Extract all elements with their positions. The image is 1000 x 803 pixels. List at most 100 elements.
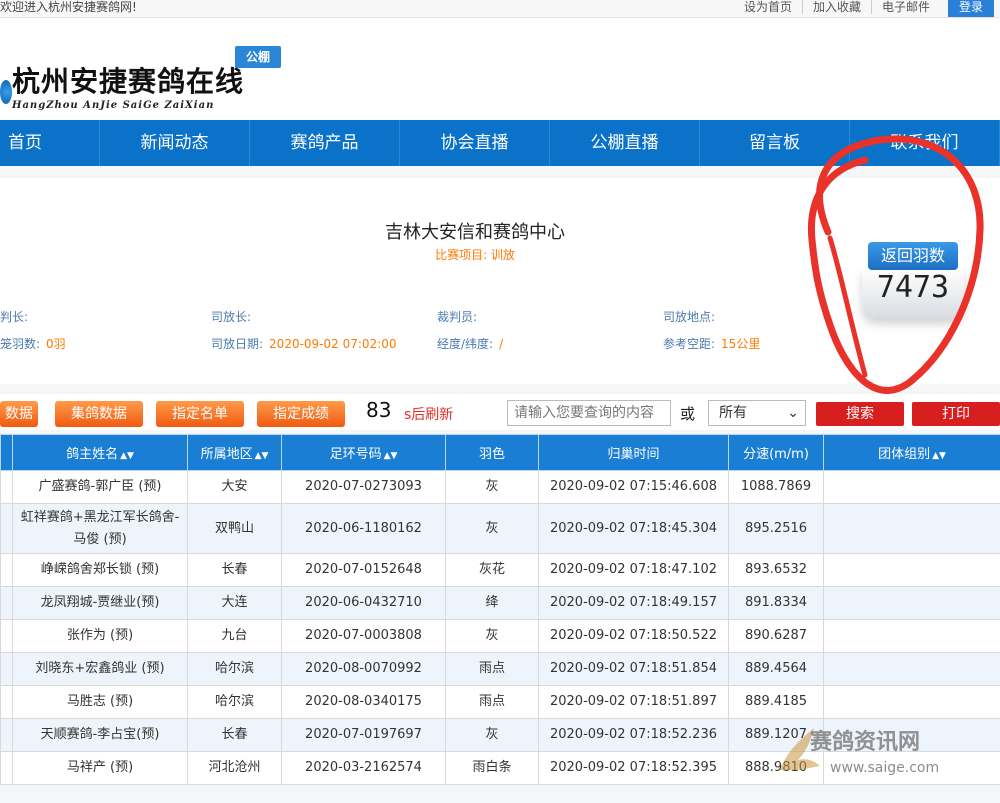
cell-area: 长春 <box>187 553 282 587</box>
set-homepage-link[interactable]: 设为首页 <box>734 0 802 14</box>
nav-item-news[interactable]: 新闻动态 <box>100 120 250 166</box>
cell-area: 九台 <box>187 619 282 653</box>
cell-color: 灰 <box>445 470 539 504</box>
cell-ring: 2020-07-0197697 <box>281 718 446 752</box>
release-place-field: 司放地点: <box>663 308 721 325</box>
sort-icon[interactable]: ▲▼ <box>384 451 398 461</box>
gather-data-button[interactable]: 集鸽数据 <box>55 401 143 427</box>
cell-group <box>823 751 1000 785</box>
nav-item-home[interactable]: 首页 <box>0 120 100 166</box>
row-lead-cell <box>0 553 13 587</box>
cell-speed: 895.2516 <box>728 503 824 554</box>
cell-area: 大连 <box>187 586 282 620</box>
column-header-area[interactable]: 所属地区 ▲▼ <box>187 434 282 471</box>
top-links: 设为首页 加入收藏 电子邮件 <box>734 0 940 14</box>
race-title: 吉林大安信和赛鸽中心 <box>385 222 565 243</box>
cell-area: 河北沧州 <box>187 751 282 785</box>
table-row[interactable]: 刘晓东+宏鑫鸽业 (预) 哈尔滨 2020-08-0070992 雨点 2020-09-… <box>0 652 1000 686</box>
nav-item-message-board[interactable]: 留言板 <box>700 120 850 166</box>
email-link[interactable]: 电子邮件 <box>870 0 940 14</box>
row-lead-cell <box>0 470 13 504</box>
row-lead-cell <box>0 751 13 785</box>
refresh-label: s后刷新 <box>404 407 454 423</box>
column-header-time[interactable]: 归巢时间 <box>538 434 729 471</box>
cell-group <box>823 619 1000 653</box>
release-place-label: 司放地点: <box>663 310 716 324</box>
coords-field: 经度/纬度: / <box>437 335 503 352</box>
cell-area: 大安 <box>187 470 282 504</box>
column-header-rank[interactable] <box>0 434 13 471</box>
return-count-widget: 返回羽数 7473 <box>858 240 968 332</box>
cell-color: 雨白条 <box>445 751 539 785</box>
cell-speed: 888.9810 <box>728 751 824 785</box>
site-header: 杭州安捷赛鸽在线 HangZhou AnJie SaiGe ZaiXian 公棚 <box>0 18 1000 120</box>
coords-value: / <box>499 337 504 351</box>
data-button[interactable]: 数据 <box>0 401 38 427</box>
table-row[interactable]: 马胜志 (预) 哈尔滨 2020-08-0340175 雨点 2020-09-02 07… <box>0 685 1000 719</box>
cell-speed: 889.4564 <box>728 652 824 686</box>
column-header-label: 足环号码 <box>329 447 382 462</box>
cell-owner: 马胜志 (预) <box>12 685 188 719</box>
specified-list-button[interactable]: 指定名单 <box>156 401 244 427</box>
distance-field: 参考空距: 15公里 <box>663 335 760 352</box>
nav-item-contact[interactable]: 联系我们 <box>850 120 1000 166</box>
cell-speed: 893.6532 <box>728 553 824 587</box>
column-header-label: 团体组别 <box>878 447 931 462</box>
nav-item-association-live[interactable]: 协会直播 <box>400 120 550 166</box>
chevron-down-icon: ⌄ <box>787 405 799 421</box>
table-row[interactable]: 虹祥赛鸽+黑龙江军长鸽舍-马俊 (预) 双鸭山 2020-06-1180162 灰 20… <box>0 503 1000 554</box>
sort-icon[interactable]: ▲▼ <box>932 451 946 461</box>
table-row[interactable]: 张作为 (预) 九台 2020-07-0003808 灰 2020-09-02 07:1… <box>0 619 1000 653</box>
cell-color: 雨点 <box>445 685 539 719</box>
nav-item-loft-live[interactable]: 公棚直播 <box>550 120 700 166</box>
search-input[interactable] <box>507 400 671 426</box>
specified-results-button[interactable]: 指定成绩 <box>257 401 345 427</box>
table-row[interactable]: 马祥产 (预) 河北沧州 2020-03-2162574 雨白条 2020-09-02 … <box>0 751 1000 785</box>
cell-owner: 马祥产 (预) <box>12 751 188 785</box>
filter-select[interactable]: 所有 ⌄ <box>708 400 806 426</box>
sort-icon[interactable]: ▲▼ <box>255 451 269 461</box>
or-label: 或 <box>680 405 696 423</box>
cell-color: 灰 <box>445 619 539 653</box>
cell-group <box>823 718 1000 752</box>
distance-label: 参考空距: <box>663 337 716 351</box>
column-header-ring[interactable]: 足环号码 ▲▼ <box>281 434 446 471</box>
sort-icon[interactable]: ▲▼ <box>120 451 134 461</box>
cell-group <box>823 470 1000 504</box>
basket-count-value: 0羽 <box>46 337 66 351</box>
cell-time: 2020-09-02 07:18:50.522 <box>538 619 729 653</box>
cell-ring: 2020-07-0273093 <box>281 470 446 504</box>
table-row[interactable]: 广盛赛鸽-郭广臣 (预) 大安 2020-07-0273093 灰 2020-09-02… <box>0 470 1000 504</box>
column-header-group[interactable]: 团体组别 ▲▼ <box>823 434 1000 471</box>
nav-item-products[interactable]: 赛鸽产品 <box>250 120 400 166</box>
logo-title[interactable]: 杭州安捷赛鸽在线 <box>12 60 244 100</box>
table-row[interactable]: 天顺赛鸽-李占宝(预) 长春 2020-07-0197697 灰 2020-09-02 … <box>0 718 1000 752</box>
cell-speed: 889.1207 <box>728 718 824 752</box>
cell-group <box>823 685 1000 719</box>
column-header-owner[interactable]: 鸽主姓名 ▲▼ <box>12 434 188 471</box>
toolbar: 数据 集鸽数据 指定名单 指定成绩 83 s后刷新 或 所有 ⌄ 搜索 打印 <box>0 394 1000 430</box>
cell-time: 2020-09-02 07:18:52.395 <box>538 751 729 785</box>
table-row[interactable]: 峥嵘鸽舍郑长锁 (预) 长春 2020-07-0152648 灰花 2020-09-02… <box>0 553 1000 587</box>
basket-count-field: 笼羽数: 0羽 <box>0 335 66 352</box>
column-header-speed[interactable]: 分速(m/m) <box>728 434 824 471</box>
cell-owner: 刘晓东+宏鑫鸽业 (预) <box>12 652 188 686</box>
column-header-color[interactable]: 羽色 <box>445 434 539 471</box>
cell-area: 哈尔滨 <box>187 685 282 719</box>
row-lead-cell <box>0 619 13 653</box>
basket-count-label: 笼羽数: <box>0 337 41 351</box>
judge-label: 裁判员: <box>437 310 478 324</box>
welcome-text: 欢迎进入杭州安捷赛鸽网! <box>0 0 137 14</box>
logo-subtitle: HangZhou AnJie SaiGe ZaiXian <box>12 100 215 111</box>
table-row[interactable]: 龙凤翔城-贾继业(预) 大连 2020-06-0432710 绛 2020-09-02 … <box>0 586 1000 620</box>
search-button[interactable]: 搜索 <box>816 402 904 426</box>
release-date-value: 2020-09-02 07:02:00 <box>269 337 397 351</box>
login-button[interactable]: 登录 <box>948 0 994 17</box>
cell-speed: 891.8334 <box>728 586 824 620</box>
column-header-label: 归巢时间 <box>607 447 660 462</box>
column-header-label: 羽色 <box>478 447 505 462</box>
print-button[interactable]: 打印 <box>912 402 1000 426</box>
top-bar: 欢迎进入杭州安捷赛鸽网! 设为首页 加入收藏 电子邮件 登录 <box>0 0 1000 18</box>
add-favorite-link[interactable]: 加入收藏 <box>801 0 871 14</box>
row-lead-cell <box>0 685 13 719</box>
